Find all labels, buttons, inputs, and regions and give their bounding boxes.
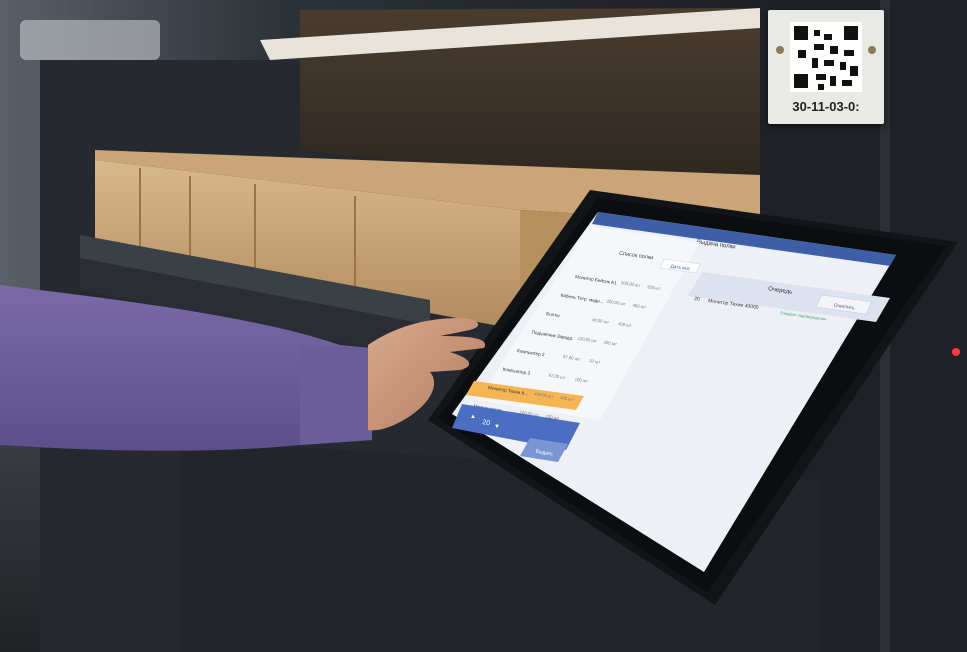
shelf-location-label: 30-11-03-0: [768, 10, 884, 124]
shelf-code: 30-11-03-0: [792, 99, 860, 114]
